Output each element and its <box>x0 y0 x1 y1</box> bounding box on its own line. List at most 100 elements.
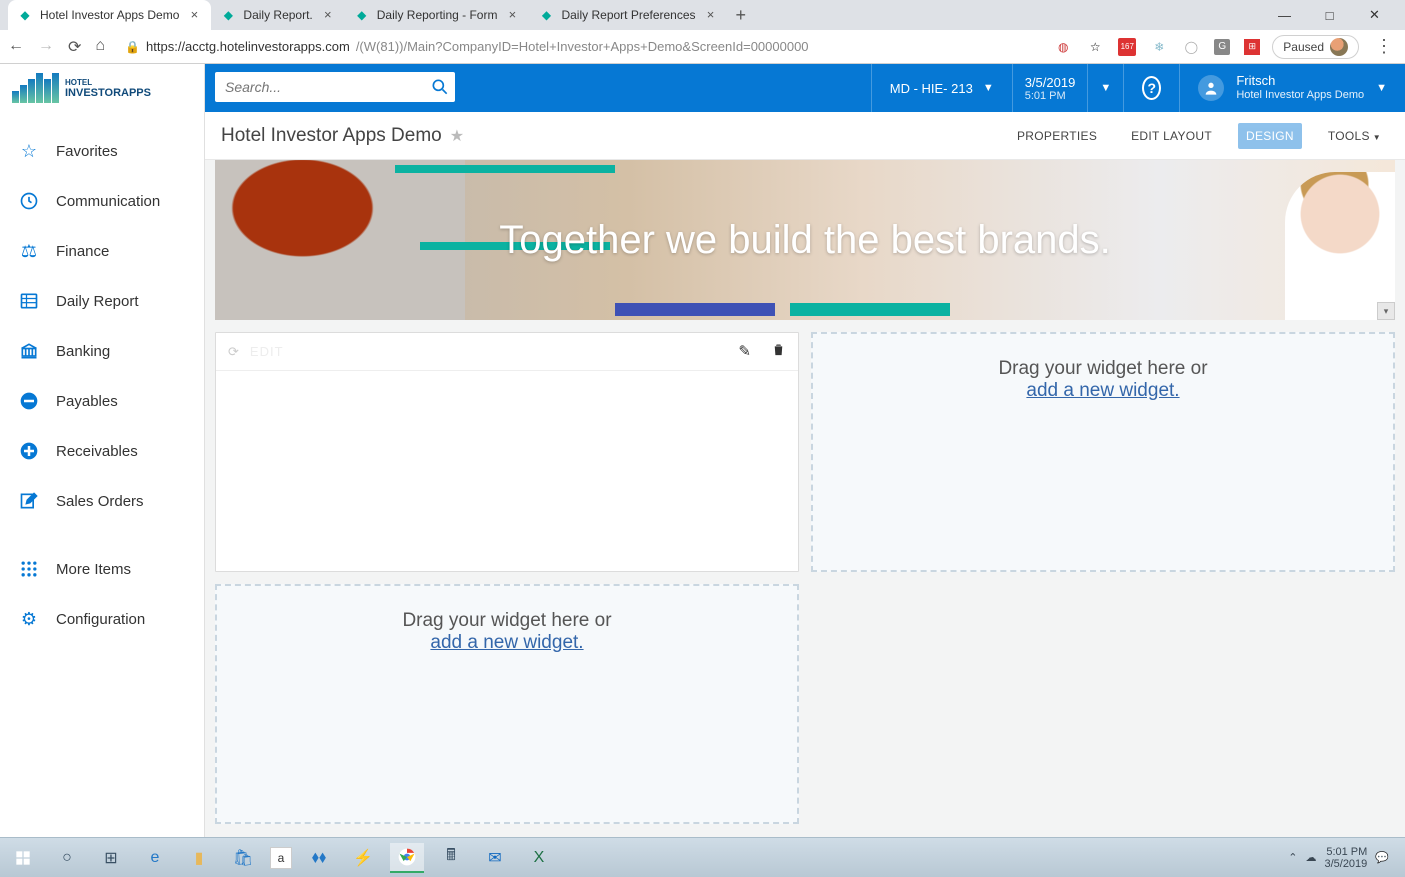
search-icon[interactable] <box>425 77 455 97</box>
tray-onedrive-icon[interactable]: ☁ <box>1305 851 1316 864</box>
nav-home-button[interactable]: ⌂ <box>95 37 105 57</box>
grid-icon <box>18 290 40 312</box>
help-button[interactable]: ? <box>1123 64 1179 112</box>
hero-scroll-button[interactable]: ▾ <box>1377 302 1395 320</box>
nav-reload-button[interactable]: ⟳ <box>68 37 81 57</box>
tab-favicon-icon: ◆ <box>18 8 32 22</box>
task-view-button[interactable]: ⊞ <box>94 843 128 873</box>
bookmark-star-icon[interactable]: ☆ <box>1086 38 1104 56</box>
chevron-down-icon: ▼ <box>983 82 994 94</box>
tab-close-icon[interactable]: × <box>505 8 519 22</box>
sidebar-item-finance[interactable]: ⚖ Finance <box>0 226 204 276</box>
hero-image-left <box>215 160 465 320</box>
nav-back-button[interactable]: ← <box>8 37 24 57</box>
taskbar-app-store[interactable]: 🛍 <box>226 843 260 873</box>
widget-drop-zone[interactable]: Drag your widget here or add a new widge… <box>811 332 1395 572</box>
browser-tab[interactable]: ◆ Daily Reporting - Form × <box>345 0 530 30</box>
lock-icon: 🔒 <box>125 40 140 54</box>
window-close-button[interactable]: ✕ <box>1352 0 1397 30</box>
widget-delete-icon[interactable] <box>771 342 786 361</box>
sidebar-item-receivables[interactable]: Receivables <box>0 426 204 476</box>
tray-clock[interactable]: 5:01 PM 3/5/2019 <box>1324 846 1367 870</box>
nav-forward-button[interactable]: → <box>38 37 54 57</box>
date-dropdown-button[interactable]: ▼ <box>1087 64 1123 112</box>
browser-menu-button[interactable]: ⋮ <box>1371 36 1397 57</box>
chevron-down-icon: ▼ <box>1376 82 1387 94</box>
extension-icon[interactable]: ⊞ <box>1244 39 1260 55</box>
sidebar-item-label: Sales Orders <box>56 493 144 510</box>
tray-notifications-icon[interactable]: 💬 <box>1375 851 1389 864</box>
sidebar-item-label: Receivables <box>56 443 138 460</box>
browser-tab[interactable]: ◆ Hotel Investor Apps Demo × <box>8 0 211 30</box>
sidebar-item-daily-report[interactable]: Daily Report <box>0 276 204 326</box>
sidebar-item-payables[interactable]: Payables <box>0 376 204 426</box>
page-tool-design[interactable]: DESIGN <box>1238 123 1302 149</box>
widget-panel: ⟳ EDIT ✎ <box>215 332 799 572</box>
dots-grid-icon <box>18 558 40 580</box>
taskbar-app-excel[interactable]: X <box>522 843 556 873</box>
tab-close-icon[interactable]: × <box>187 8 201 22</box>
extension-badge-icon[interactable]: 167 <box>1118 38 1136 56</box>
search-input[interactable] <box>215 79 425 95</box>
taskbar-app-edge[interactable]: e <box>138 843 172 873</box>
sidebar-item-label: Banking <box>56 343 110 360</box>
sidebar-item-banking[interactable]: Banking <box>0 326 204 376</box>
profile-paused-chip[interactable]: Paused <box>1272 35 1359 59</box>
url-path: /(W(81))/Main?CompanyID=Hotel+Investor+A… <box>356 39 809 54</box>
add-widget-link[interactable]: add a new widget. <box>1026 380 1179 402</box>
add-widget-link[interactable]: add a new widget. <box>430 632 583 654</box>
plus-circle-icon <box>18 440 40 462</box>
extension-icon[interactable]: ◯ <box>1182 38 1200 56</box>
sidebar-item-label: Communication <box>56 193 160 210</box>
tab-label: Daily Report. <box>243 8 312 22</box>
new-tab-button[interactable]: + <box>728 2 755 29</box>
sidebar-item-favorites[interactable]: ☆ Favorites <box>0 126 204 176</box>
tab-close-icon[interactable]: × <box>704 8 718 22</box>
time-value: 5:01 PM <box>1025 90 1066 102</box>
extension-icon[interactable]: G <box>1214 39 1230 55</box>
widget-edit-icon[interactable]: ✎ <box>738 342 751 361</box>
sidebar-item-sales-orders[interactable]: Sales Orders <box>0 476 204 526</box>
sidebar: ☆ Favorites Communication ⚖ Finance Dail… <box>0 112 205 837</box>
tab-favicon-icon: ◆ <box>221 8 235 22</box>
tab-close-icon[interactable]: × <box>321 8 335 22</box>
sidebar-item-communication[interactable]: Communication <box>0 176 204 226</box>
taskbar-app-dropbox[interactable]: ⬧⬧ <box>302 843 336 873</box>
star-icon: ☆ <box>18 140 40 162</box>
page-tool-tools[interactable]: TOOLS▼ <box>1320 123 1389 149</box>
cortana-button[interactable]: ○ <box>50 843 84 873</box>
extension-icon[interactable]: ❄ <box>1150 38 1168 56</box>
search-box[interactable] <box>215 72 455 102</box>
widget-refresh-icon[interactable]: ⟳ <box>228 344 240 360</box>
address-bar[interactable]: 🔒 https://acctg.hotelinvestorapps.com/(W… <box>117 35 1042 58</box>
taskbar-app-outlook[interactable]: ✉ <box>478 843 512 873</box>
user-menu[interactable]: Fritsch Hotel Investor Apps Demo ▼ <box>1179 64 1405 112</box>
logo-text: HOTEL INVESTORAPPS <box>65 77 151 99</box>
profile-avatar-icon <box>1330 38 1348 56</box>
company-selector[interactable]: MD - HIE- 213 ▼ <box>871 64 1012 112</box>
page-tool-edit-layout[interactable]: EDIT LAYOUT <box>1123 123 1220 149</box>
taskbar-app-explorer[interactable]: ▮ <box>182 843 216 873</box>
window-maximize-button[interactable]: □ <box>1307 0 1352 30</box>
taskbar-app-lightning[interactable]: ⚡ <box>346 843 380 873</box>
browser-tab[interactable]: ◆ Daily Report. × <box>211 0 344 30</box>
sidebar-item-configuration[interactable]: ⚙ Configuration <box>0 594 204 644</box>
start-button[interactable] <box>6 843 40 873</box>
taskbar-app-chrome[interactable] <box>390 843 424 873</box>
browser-tab[interactable]: ◆ Daily Report Preferences × <box>529 0 727 30</box>
extension-icon[interactable]: ◍ <box>1054 38 1072 56</box>
hero-image-right <box>1285 172 1395 320</box>
app-logo[interactable]: HOTEL INVESTORAPPS <box>0 64 205 112</box>
widget-drop-zone[interactable]: Drag your widget here or add a new widge… <box>215 584 799 824</box>
sidebar-item-more[interactable]: More Items <box>0 544 204 594</box>
widget-faded-label: EDIT <box>250 344 284 359</box>
page-tool-properties[interactable]: PROPERTIES <box>1009 123 1105 149</box>
favorite-star-icon[interactable]: ★ <box>450 126 464 146</box>
drop-zone-text: Drag your widget here or <box>998 358 1207 380</box>
company-label: MD - HIE- 213 <box>890 81 973 96</box>
taskbar-app-calculator[interactable]: 🖩 <box>434 843 468 873</box>
sidebar-item-label: Configuration <box>56 611 145 628</box>
taskbar-app-amazon[interactable]: a <box>270 847 292 869</box>
tray-icon[interactable]: ⌃ <box>1288 851 1297 864</box>
window-minimize-button[interactable]: — <box>1262 0 1307 30</box>
